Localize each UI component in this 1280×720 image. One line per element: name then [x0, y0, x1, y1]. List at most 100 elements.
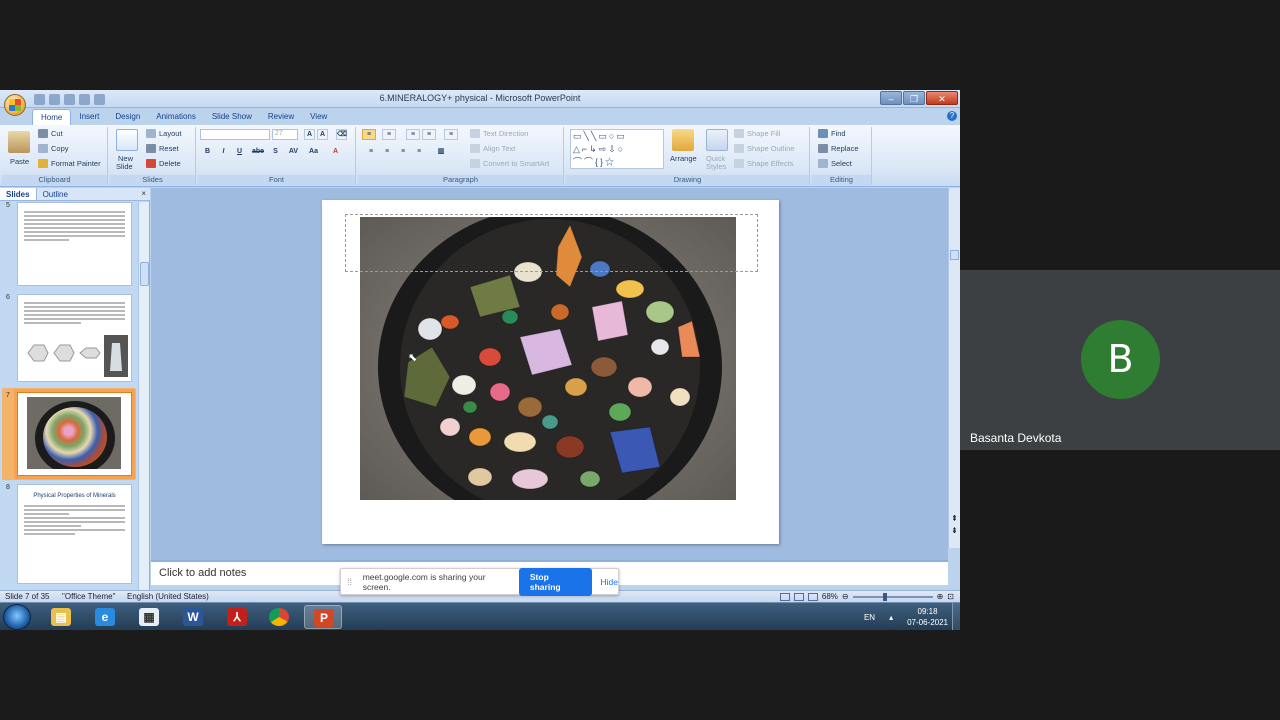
tab-slides[interactable]: Slides — [0, 188, 37, 200]
hide-button[interactable]: Hide — [601, 577, 618, 587]
slide-thumbnail-6[interactable] — [17, 294, 132, 382]
shapes-gallery[interactable]: ▭╲╲▭○▭ △⌐↳⇨⇩○ ⌒⌒{}☆ — [570, 129, 664, 169]
close-button[interactable]: ✕ — [926, 91, 958, 105]
tray-chevron-icon[interactable]: ▴ — [889, 613, 893, 622]
format-painter-button[interactable]: Format Painter — [38, 159, 101, 168]
prev-slide-icon[interactable]: ⇞ — [950, 514, 959, 524]
delete-button[interactable]: Delete — [146, 159, 181, 168]
layout-button[interactable]: Layout — [146, 129, 182, 138]
font-size-combo[interactable]: 27 — [272, 129, 298, 140]
help-icon[interactable]: ? — [947, 111, 957, 121]
show-desktop-button[interactable] — [952, 603, 960, 630]
slide-thumbnail-8[interactable]: Physical Properties of Minerals — [17, 484, 132, 584]
chrome-button[interactable] — [260, 605, 298, 629]
slideshow-view-icon[interactable] — [807, 592, 818, 601]
numbering-icon[interactable]: ≡ — [382, 129, 396, 140]
start-button[interactable] — [3, 604, 31, 630]
paste-icon[interactable] — [8, 131, 30, 153]
tab-slide-show[interactable]: Slide Show — [204, 109, 260, 125]
quick-styles-icon[interactable] — [706, 129, 728, 151]
justify-icon[interactable]: ≡ — [412, 147, 426, 158]
tab-home[interactable]: Home — [32, 109, 72, 125]
shrink-font-icon[interactable]: A — [317, 129, 328, 140]
shape-fill-button[interactable]: Shape Fill — [734, 129, 780, 138]
office-button[interactable] — [4, 94, 26, 116]
fit-window-icon[interactable]: ⊡ — [947, 592, 954, 601]
increase-indent-icon[interactable]: ≡ — [422, 129, 436, 140]
minimize-button[interactable]: ‒ — [880, 91, 902, 105]
tab-view[interactable]: View — [302, 109, 335, 125]
title-placeholder[interactable] — [345, 214, 758, 272]
reset-button[interactable]: Reset — [146, 144, 179, 153]
shadow-button[interactable]: S — [270, 147, 281, 158]
align-left-icon[interactable]: ≡ — [364, 147, 378, 158]
cut-button[interactable]: Cut — [38, 129, 63, 138]
decrease-indent-icon[interactable]: ≡ — [406, 129, 420, 140]
paste-button[interactable]: Paste — [10, 157, 29, 166]
slide-sorter-icon[interactable] — [793, 592, 804, 601]
acrobat-button[interactable]: ⅄ — [218, 605, 256, 629]
text-direction-button[interactable]: Text Direction — [470, 129, 528, 138]
restore-button[interactable]: ❐ — [903, 91, 925, 105]
word-button[interactable]: W — [174, 605, 212, 629]
close-pane-icon[interactable]: × — [141, 189, 146, 198]
slide-scrollbar[interactable]: ⇞ ⇟ — [948, 188, 960, 548]
grow-font-icon[interactable]: A — [304, 129, 315, 140]
language-tray[interactable]: EN — [864, 613, 875, 622]
clear-format-icon[interactable]: ⌫ — [336, 129, 347, 140]
explorer-button[interactable]: ▤ — [42, 605, 80, 629]
find-button[interactable]: Find — [818, 129, 846, 138]
strikethrough-button[interactable]: abe — [250, 147, 266, 158]
current-slide[interactable]: ⬉ — [322, 200, 779, 544]
scroll-thumb[interactable] — [140, 262, 149, 286]
bullets-icon[interactable]: ≡ — [362, 129, 376, 140]
ie-button[interactable]: e — [86, 605, 124, 629]
smartart-button[interactable]: Convert to SmartArt — [470, 159, 549, 168]
media-button[interactable]: ▦ — [130, 605, 168, 629]
line-spacing-icon[interactable]: ≡ — [444, 129, 458, 140]
slide-thumbnail-7[interactable] — [17, 392, 132, 476]
align-right-icon[interactable]: ≡ — [396, 147, 410, 158]
shape-outline-button[interactable]: Shape Outline — [734, 144, 795, 153]
slides-pane-scrollbar[interactable] — [138, 202, 149, 590]
copy-button[interactable]: Copy — [38, 144, 69, 153]
slide-thumbnail-5[interactable] — [17, 202, 132, 286]
bold-button[interactable]: B — [202, 147, 213, 158]
underline-button[interactable]: U — [234, 147, 245, 158]
stop-sharing-button[interactable]: Stop sharing — [518, 567, 592, 596]
arrange-button[interactable]: Arrange — [670, 154, 697, 163]
replace-button[interactable]: Replace — [818, 144, 859, 153]
participant-tile[interactable]: B Basanta Devkota — [960, 270, 1280, 450]
powerpoint-button[interactable]: P — [304, 605, 342, 629]
clock[interactable]: 09:18 07-06-2021 — [907, 606, 948, 628]
font-color-icon[interactable]: A — [330, 147, 341, 158]
align-text-button[interactable]: Align Text — [470, 144, 515, 153]
scroll-thumb[interactable] — [950, 250, 959, 260]
tab-insert[interactable]: Insert — [71, 109, 107, 125]
tab-design[interactable]: Design — [107, 109, 148, 125]
font-name-combo[interactable] — [200, 129, 270, 140]
tab-animations[interactable]: Animations — [148, 109, 204, 125]
zoom-in-icon[interactable]: ⊕ — [937, 592, 944, 601]
select-button[interactable]: Select — [818, 159, 852, 168]
zoom-out-icon[interactable]: ⊖ — [842, 592, 849, 601]
zoom-slider[interactable] — [852, 592, 933, 601]
align-center-icon[interactable]: ≡ — [380, 147, 394, 158]
normal-view-icon[interactable] — [779, 592, 790, 601]
tab-review[interactable]: Review — [260, 109, 302, 125]
change-case-icon[interactable]: Aa — [308, 147, 319, 158]
columns-icon[interactable]: ▥ — [434, 147, 448, 158]
next-slide-icon[interactable]: ⇟ — [950, 526, 959, 536]
drag-handle-icon[interactable]: ⁞⁞ — [347, 576, 359, 588]
shape-outline-label: Shape Outline — [747, 144, 795, 153]
arrange-icon[interactable] — [672, 129, 694, 151]
char-spacing-icon[interactable]: AV — [288, 147, 299, 158]
new-slide-label-2[interactable]: Slide — [116, 162, 133, 171]
zoom-level[interactable]: 68% — [822, 592, 838, 601]
quick-styles-button-2[interactable]: Styles — [706, 162, 726, 171]
zoom-slider-knob[interactable] — [882, 592, 887, 601]
italic-button[interactable]: I — [218, 147, 229, 158]
tab-outline[interactable]: Outline — [37, 188, 74, 200]
new-slide-icon[interactable] — [116, 129, 138, 151]
shape-effects-button[interactable]: Shape Effects — [734, 159, 794, 168]
